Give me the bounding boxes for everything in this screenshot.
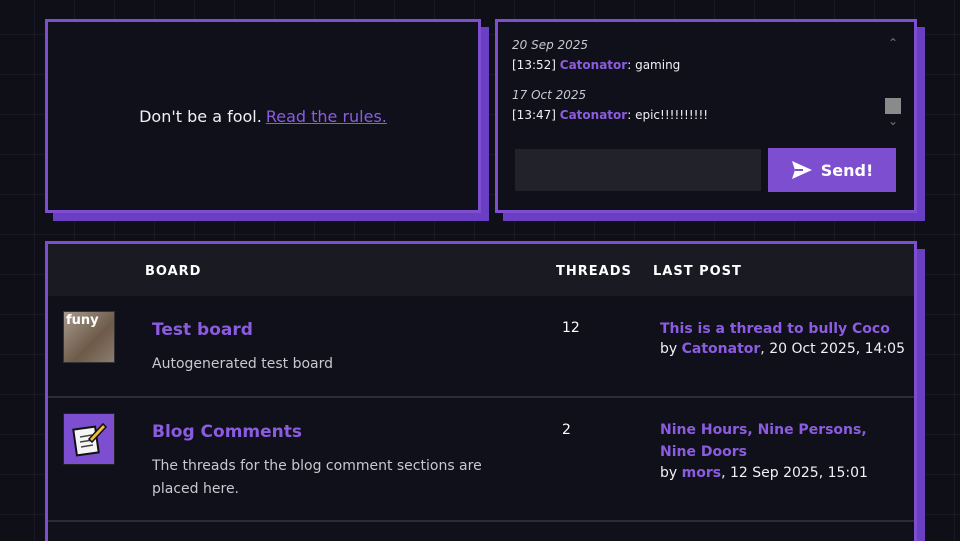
thread-count: 2: [562, 422, 571, 438]
send-icon: [791, 161, 812, 179]
last-post-meta: by mors, 12 Sep 2025, 15:01: [660, 465, 868, 481]
rules-link[interactable]: Read the rules.: [266, 107, 387, 126]
chat-text: : gaming: [627, 58, 681, 72]
header-last-post: LAST POST: [653, 264, 742, 279]
board-row[interactable]: funy Test board Autogenerated test board…: [48, 296, 914, 398]
thread-count: 12: [562, 320, 580, 336]
rules-text: Don't be a fool.: [139, 106, 262, 126]
chat-time: [13:52]: [512, 58, 556, 72]
last-post-user[interactable]: mors: [682, 465, 721, 481]
board-description: The threads for the blog comment section…: [152, 458, 482, 497]
header-threads: THREADS: [556, 264, 632, 279]
notepad-icon[interactable]: [63, 413, 115, 465]
chat-time: [13:47]: [512, 108, 556, 122]
rules-panel: Don't be a fool. Read the rules.: [45, 19, 481, 213]
last-post-date: , 20 Oct 2025, 14:05: [760, 341, 905, 357]
chat-date: 17 Oct 2025: [512, 88, 587, 102]
send-label: Send!: [820, 160, 874, 180]
last-post-by: by: [660, 465, 682, 481]
table-header: BOARD THREADS LAST POST: [48, 244, 914, 296]
scrollbar-thumb[interactable]: [885, 98, 901, 114]
chat-username[interactable]: Catonator: [560, 58, 627, 72]
last-post-meta: by Catonator, 20 Oct 2025, 14:05: [660, 341, 905, 357]
scroll-down-icon[interactable]: ⌄: [887, 114, 899, 128]
last-post-by: by: [660, 341, 682, 357]
chat-date: 20 Sep 2025: [512, 38, 589, 52]
board-row[interactable]: Blog Comments The threads for the blog c…: [48, 398, 914, 522]
chat-message: [13:47] Catonator: epic!!!!!!!!!!: [512, 108, 872, 122]
chat-text: : epic!!!!!!!!!!: [627, 108, 709, 122]
last-post-date: , 12 Sep 2025, 15:01: [721, 465, 868, 481]
chat-log: 20 Sep 2025 [13:52] Catonator: gaming 17…: [512, 38, 872, 138]
header-board: BOARD: [145, 264, 202, 279]
scroll-up-icon[interactable]: ⌃: [887, 36, 899, 50]
send-button[interactable]: Send!: [768, 148, 896, 192]
chat-panel: 20 Sep 2025 [13:52] Catonator: gaming 17…: [495, 19, 917, 213]
board-name[interactable]: Test board: [152, 320, 253, 340]
chat-input[interactable]: [515, 149, 761, 191]
board-description: Autogenerated test board: [152, 356, 334, 372]
thumbnail-caption: funy: [66, 313, 99, 328]
chat-username[interactable]: Catonator: [560, 108, 627, 122]
boards-table: BOARD THREADS LAST POST funy Test board …: [45, 241, 917, 541]
rules-message: Don't be a fool. Read the rules.: [139, 107, 387, 126]
last-post-title[interactable]: This is a thread to bully Coco: [660, 318, 890, 340]
last-post-user[interactable]: Catonator: [682, 341, 761, 357]
board-name[interactable]: Blog Comments: [152, 422, 302, 442]
board-thumbnail[interactable]: funy: [63, 311, 115, 363]
chat-message: [13:52] Catonator: gaming: [512, 58, 872, 72]
last-post-title[interactable]: Nine Hours, Nine Persons, Nine Doors: [660, 419, 890, 463]
